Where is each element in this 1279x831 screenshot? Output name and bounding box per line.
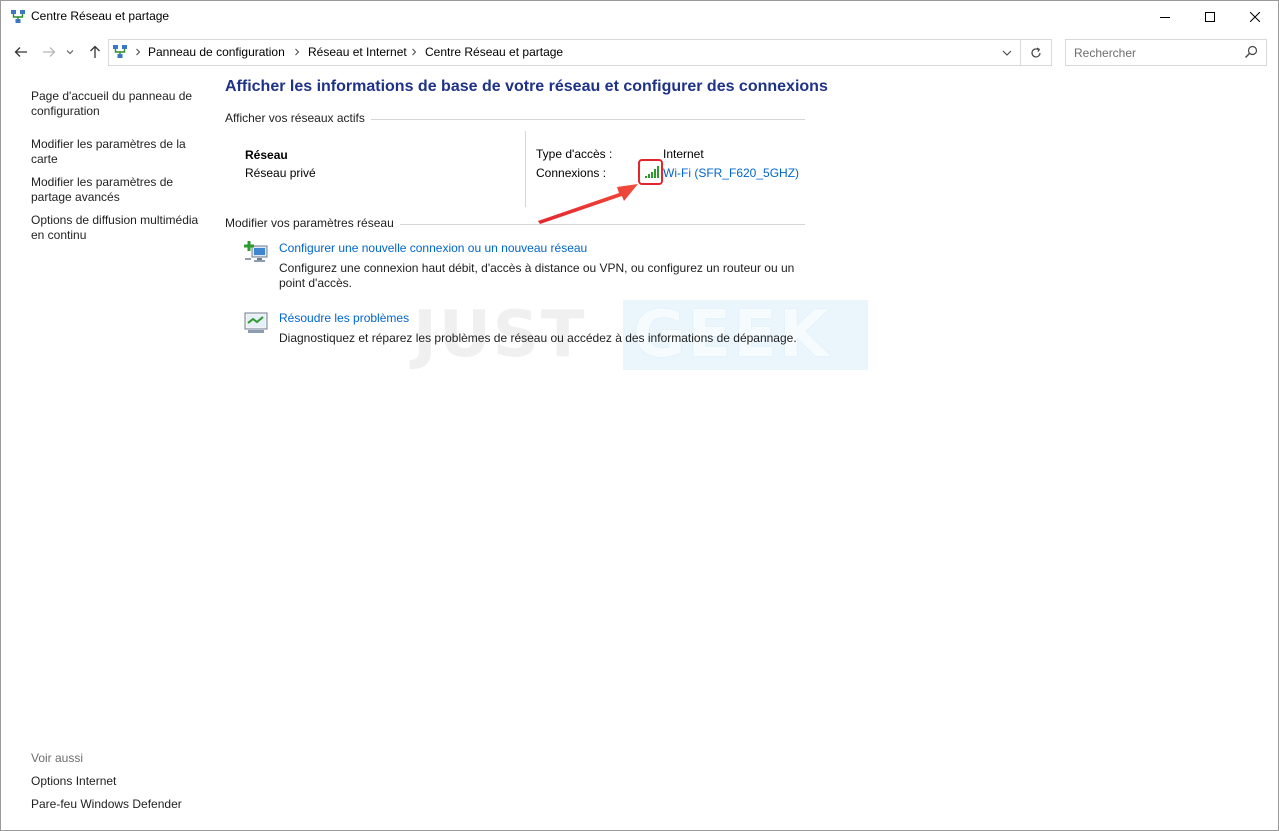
back-button[interactable] (10, 41, 32, 63)
up-button[interactable] (84, 41, 106, 63)
control-panel-icon (112, 44, 128, 60)
search-box (1065, 39, 1267, 66)
arrow-up-icon (90, 45, 100, 58)
refresh-button[interactable] (1020, 40, 1051, 65)
network-center-icon (10, 9, 26, 25)
search-icon[interactable] (1244, 45, 1260, 61)
chevron-down-icon (66, 50, 74, 55)
refresh-icon (1031, 46, 1041, 58)
arrow-left-icon (14, 47, 27, 57)
internet-options-link[interactable]: Options Internet (31, 774, 201, 789)
setup-new-connection-link[interactable]: Configurer une nouvelle connexion ou un … (279, 241, 587, 255)
recent-locations-button[interactable] (63, 41, 77, 63)
new-connection-icon (244, 241, 270, 265)
network-info-divider (525, 131, 526, 207)
breadcrumb-control-panel[interactable]: Panneau de configuration (148, 45, 285, 59)
access-type-label: Type d'accès : (536, 147, 613, 161)
window-title: Centre Réseau et partage (31, 9, 170, 23)
control-panel-window: Centre Réseau et partage Panneau de conf… (0, 0, 1279, 831)
breadcrumb-network-sharing-center[interactable]: Centre Réseau et partage (425, 45, 563, 59)
troubleshoot-problems-link[interactable]: Résoudre les problèmes (279, 311, 409, 325)
minimize-button[interactable] (1142, 1, 1188, 32)
maximize-icon (1205, 11, 1215, 22)
arrow-right-icon (43, 47, 56, 57)
breadcrumb-separator-icon (409, 45, 419, 59)
search-input[interactable] (1066, 40, 1241, 65)
wifi-connection-link[interactable]: Wi-Fi (SFR_F620_5GHZ) (663, 166, 799, 180)
windows-defender-firewall-link[interactable]: Pare-feu Windows Defender (31, 797, 201, 812)
access-type-value: Internet (663, 147, 704, 161)
setup-new-connection-description: Configurez une connexion haut débit, d'a… (279, 261, 795, 290)
annotation-arrow-icon (538, 184, 638, 224)
change-adapter-settings-link[interactable]: Modifier les paramètres de la carte (31, 137, 201, 167)
see-also-label: Voir aussi (31, 751, 84, 765)
forward-button[interactable] (38, 41, 60, 63)
troubleshoot-icon (244, 311, 270, 335)
media-streaming-options-link[interactable]: Options de diffusion multimédia en conti… (31, 213, 201, 243)
advanced-sharing-settings-link[interactable]: Modifier les paramètres de partage avanc… (31, 175, 201, 205)
breadcrumb-separator-icon (133, 45, 143, 59)
control-panel-home-link[interactable]: Page d'accueil du panneau de configurati… (31, 89, 201, 119)
network-name: Réseau (245, 148, 288, 162)
breadcrumb-network-internet[interactable]: Réseau et Internet (308, 45, 407, 59)
chevron-down-icon (1002, 50, 1012, 56)
title-bar: Centre Réseau et partage (1, 1, 1278, 32)
change-settings-heading: Modifier vos paramètres réseau (225, 216, 400, 230)
active-networks-heading: Afficher vos réseaux actifs (225, 111, 371, 125)
minimize-icon (1160, 16, 1170, 18)
maximize-button[interactable] (1187, 1, 1233, 32)
address-bar[interactable]: Panneau de configuration Réseau et Inter… (108, 39, 1052, 66)
address-history-button[interactable] (996, 40, 1018, 65)
close-button[interactable] (1232, 1, 1278, 32)
breadcrumb-separator-icon (292, 45, 302, 59)
page-title: Afficher les informations de base de vot… (225, 78, 828, 95)
network-profile: Réseau privé (245, 166, 316, 180)
left-navigation-pane: Page d'accueil du panneau de configurati… (1, 71, 211, 831)
close-icon (1250, 11, 1260, 22)
troubleshoot-problems-description: Diagnostiquez et réparez les problèmes d… (279, 331, 797, 345)
